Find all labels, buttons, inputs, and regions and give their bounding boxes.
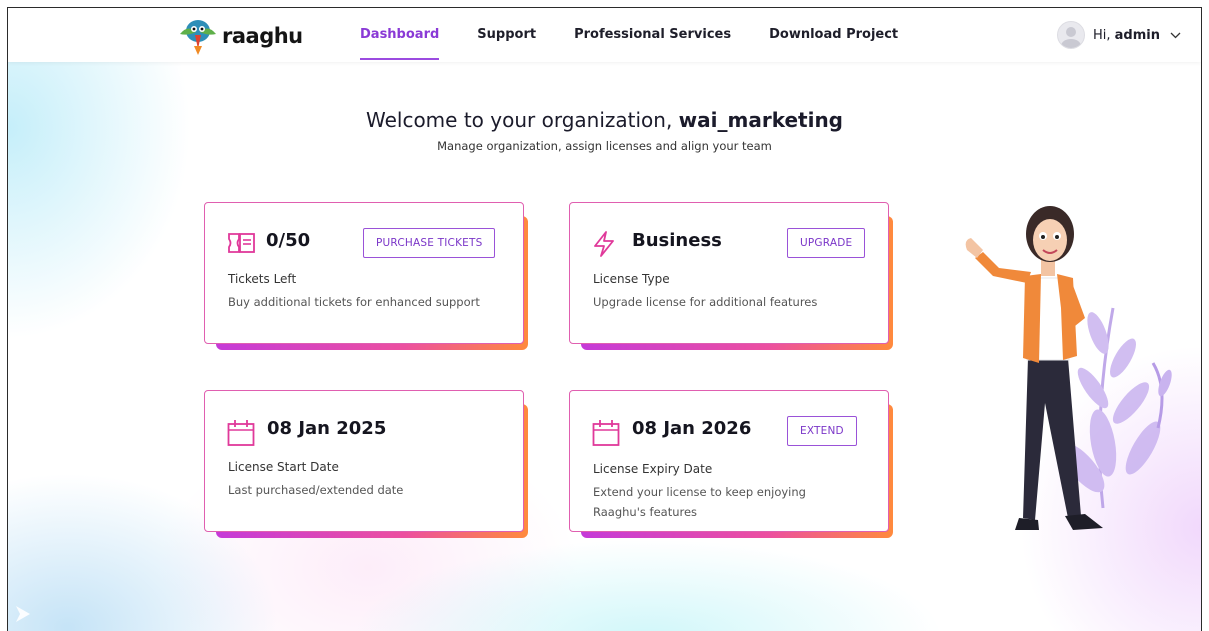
nav-support[interactable]: Support <box>477 8 536 62</box>
org-name: wai_marketing <box>678 108 843 132</box>
lightning-icon <box>594 231 614 257</box>
purchase-tickets-button[interactable]: PURCHASE TICKETS <box>363 228 496 258</box>
page-title: Welcome to your organization, wai_market… <box>365 108 843 132</box>
license-type-card: Business UPGRADE License Type Upgrade li… <box>569 202 893 350</box>
app-frame: raaghu Dashboard Support Professional Se… <box>7 7 1202 631</box>
expiry-date-desc: Extend your license to keep enjoying Raa… <box>593 485 806 519</box>
page-subtitle: Manage organization, assign licenses and… <box>437 139 772 153</box>
start-date-desc: Last purchased/extended date <box>228 483 404 497</box>
tickets-card: 0/50 PURCHASE TICKETS Tickets Left Buy a… <box>204 202 528 350</box>
license-type-label: License Type <box>593 272 670 286</box>
chevron-down-icon <box>1170 32 1181 38</box>
nav-dashboard[interactable]: Dashboard <box>360 8 440 62</box>
start-date-value: 08 Jan 2025 <box>267 418 387 439</box>
upgrade-button[interactable]: UPGRADE <box>787 228 866 258</box>
paper-plane-icon <box>16 606 30 622</box>
expiry-date-value: 08 Jan 2026 <box>632 418 752 439</box>
main-nav: Dashboard Support Professional Services … <box>360 8 936 62</box>
tickets-desc: Buy additional tickets for enhanced supp… <box>228 295 480 309</box>
calendar-icon <box>592 420 620 446</box>
extend-button[interactable]: EXTEND <box>787 416 857 446</box>
brand-name: raaghu <box>222 24 303 48</box>
raaghu-bird-icon <box>180 20 216 55</box>
brand-logo[interactable]: raaghu <box>176 16 303 56</box>
woman-presenting-illustration <box>965 206 1172 530</box>
tickets-label: Tickets Left <box>228 272 297 286</box>
user-menu[interactable]: Hi, admin <box>1056 21 1181 49</box>
license-type-value: Business <box>632 230 722 251</box>
license-start-card: 08 Jan 2025 License Start Date Last purc… <box>204 390 528 538</box>
nav-download-project[interactable]: Download Project <box>769 8 898 62</box>
license-expiry-card: 08 Jan 2026 EXTEND License Expiry Date E… <box>569 390 893 538</box>
calendar-icon <box>227 420 255 446</box>
start-date-label: License Start Date <box>228 460 339 474</box>
user-greeting: Hi, admin <box>1092 27 1160 43</box>
username: admin <box>1114 27 1160 43</box>
nav-professional-services[interactable]: Professional Services <box>574 8 731 62</box>
top-header: raaghu Dashboard Support Professional Se… <box>8 8 1201 62</box>
ticket-icon <box>228 233 255 253</box>
license-type-desc: Upgrade license for additional features <box>593 295 818 309</box>
avatar <box>1056 21 1085 49</box>
expiry-date-label: License Expiry Date <box>593 462 713 476</box>
tickets-value: 0/50 <box>266 230 311 251</box>
